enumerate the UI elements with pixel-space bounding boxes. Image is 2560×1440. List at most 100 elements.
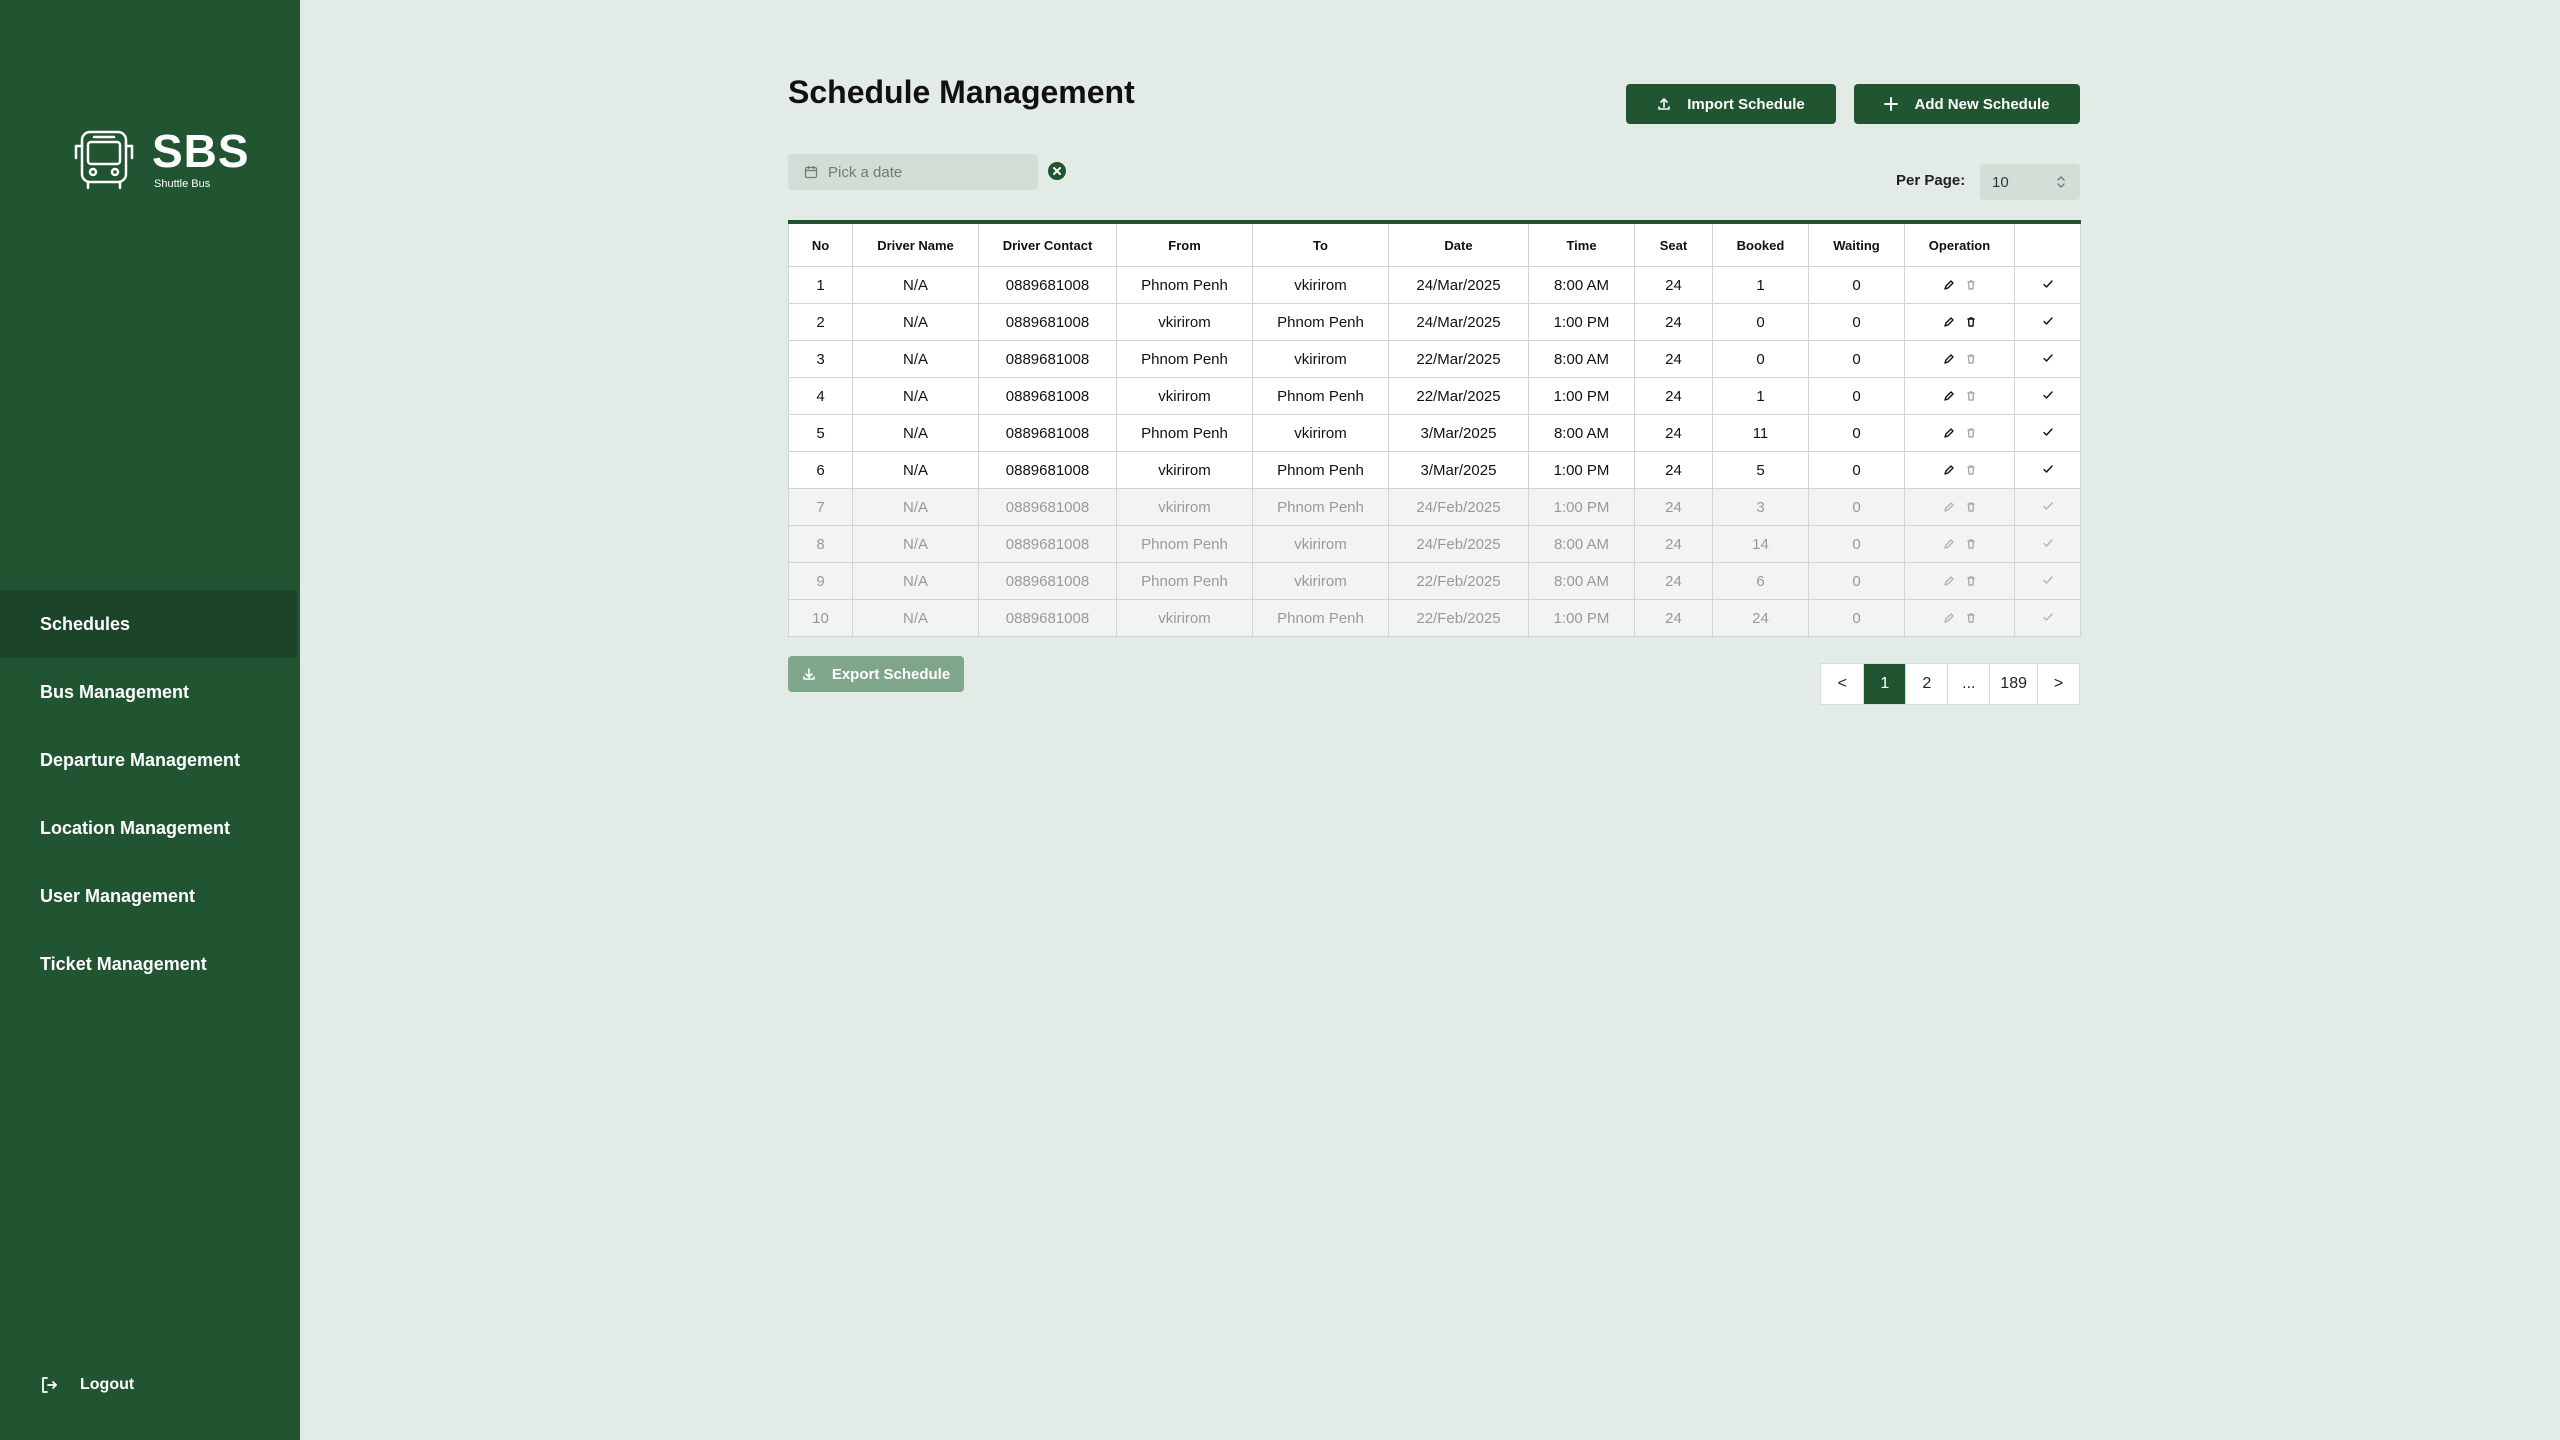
table-cell: 0889681008 [978,562,1117,600]
table-row: 2 N/A 0889681008 vkirirom Phnom Penh 24/Mar/2… [788,303,2081,341]
table-cell: 24 [1634,599,1713,637]
table-cell: 1:00 PM [1528,488,1635,526]
table-cell: 22/Mar/2025 [1388,377,1529,415]
confirm-button[interactable] [2042,315,2054,327]
table-cell: Phnom Penh [1252,599,1389,637]
per-page-select[interactable]: 10 [1980,164,2080,200]
edit-button[interactable] [1943,612,1955,624]
check-icon [2042,612,2053,621]
edit-button[interactable] [1943,390,1955,402]
import-schedule-button[interactable]: Import Schedule [1626,84,1836,124]
table-cell: 8:00 AM [1528,266,1635,304]
table-cell: 0889681008 [978,525,1117,563]
table-cell: vkirirom [1116,488,1253,526]
edit-button[interactable] [1943,353,1955,365]
pagination-page-2[interactable]: 2 [1905,664,1947,704]
table-cell: 0889681008 [978,303,1117,341]
table-cell: Phnom Penh [1252,451,1389,489]
sidebar-item-location-management[interactable]: Location Management [0,794,300,862]
clear-date-button[interactable] [1048,162,1066,180]
sidebar-item-bus-management[interactable]: Bus Management [0,658,300,726]
confirm-button[interactable] [2042,574,2054,586]
confirm-button[interactable] [2042,500,2054,512]
confirm-button[interactable] [2042,611,2054,623]
table-cell: 24 [1712,599,1809,637]
edit-icon [1943,465,1954,475]
edit-button[interactable] [1943,538,1955,550]
bus-logo-icon [74,130,134,190]
sidebar-item-label: Departure Management [40,749,241,770]
operation-cell [1904,451,2015,489]
table-cell: 0889681008 [978,340,1117,378]
column-header: No [788,221,853,267]
table-cell: 0 [1808,266,1905,304]
pagination-prev-button[interactable]: < [1821,664,1863,704]
delete-button[interactable] [1965,279,1977,291]
column-header: Waiting [1808,221,1905,267]
confirm-cell [2014,525,2081,563]
confirm-cell [2014,303,2081,341]
date-picker-input[interactable]: Pick a date [788,154,1038,190]
table-cell: Phnom Penh [1116,340,1253,378]
table-cell: 22/Feb/2025 [1388,562,1529,600]
confirm-button[interactable] [2042,426,2054,438]
pagination-page-1[interactable]: 1 [1863,664,1906,704]
sidebar-item-departure-management[interactable]: Departure Management [0,726,300,794]
delete-button[interactable] [1965,575,1977,587]
delete-button[interactable] [1965,612,1977,624]
sidebar-item-user-management[interactable]: User Management [0,862,300,930]
confirm-button[interactable] [2042,352,2054,364]
table-cell: N/A [852,303,979,341]
edit-icon [1943,280,1954,290]
pagination-next-button[interactable]: > [2037,664,2079,704]
per-page-value: 10 [1992,173,2009,191]
confirm-button[interactable] [2042,389,2054,401]
delete-button[interactable] [1965,353,1977,365]
table-cell: 10 [788,599,853,637]
table-cell: 6 [1712,562,1809,600]
brand-logo: SBS Shuttle Bus [72,125,249,196]
table-cell: 24 [1634,414,1713,452]
table-cell: 8 [788,525,853,563]
table-cell: 0 [1808,562,1905,600]
delete-button[interactable] [1965,501,1977,513]
table-cell: vkirirom [1252,562,1389,600]
edit-button[interactable] [1943,575,1955,587]
delete-button[interactable] [1965,316,1977,328]
table-cell: 9 [788,562,853,600]
confirm-button[interactable] [2042,537,2054,549]
sidebar-item-schedules[interactable]: Schedules [0,590,297,658]
table-row: 6 N/A 0889681008 vkirirom Phnom Penh 3/Mar/20… [788,451,2081,489]
table-cell: 7 [788,488,853,526]
edit-button[interactable] [1943,316,1955,328]
check-icon [2042,538,2053,547]
delete-button[interactable] [1965,427,1977,439]
logout-button[interactable]: Logout [40,1376,134,1394]
table-cell: 5 [788,414,853,452]
pagination-page-last[interactable]: 189 [1989,664,2037,704]
edit-button[interactable] [1943,501,1955,513]
delete-icon [1966,576,1975,586]
table-cell: 22/Feb/2025 [1388,599,1529,637]
add-new-schedule-button[interactable]: Add New Schedule [1854,84,2080,124]
edit-button[interactable] [1943,464,1955,476]
sidebar-nav: Schedules Bus Management Departure Manag… [0,590,300,998]
delete-button[interactable] [1965,464,1977,476]
confirm-button[interactable] [2042,278,2054,290]
table-cell: 8:00 AM [1528,525,1635,563]
edit-button[interactable] [1943,279,1955,291]
delete-button[interactable] [1965,390,1977,402]
operation-cell [1904,266,2015,304]
sidebar-item-ticket-management[interactable]: Ticket Management [0,930,300,998]
table-cell: N/A [852,266,979,304]
delete-icon [1966,280,1975,290]
export-schedule-button[interactable]: Export Schedule [788,656,964,692]
table-cell: N/A [852,340,979,378]
table-cell: 5 [1712,451,1809,489]
delete-button[interactable] [1965,538,1977,550]
operation-cell [1904,525,2015,563]
edit-icon [1943,317,1954,327]
edit-button[interactable] [1943,427,1955,439]
table-cell: Phnom Penh [1116,266,1253,304]
confirm-button[interactable] [2042,463,2054,475]
